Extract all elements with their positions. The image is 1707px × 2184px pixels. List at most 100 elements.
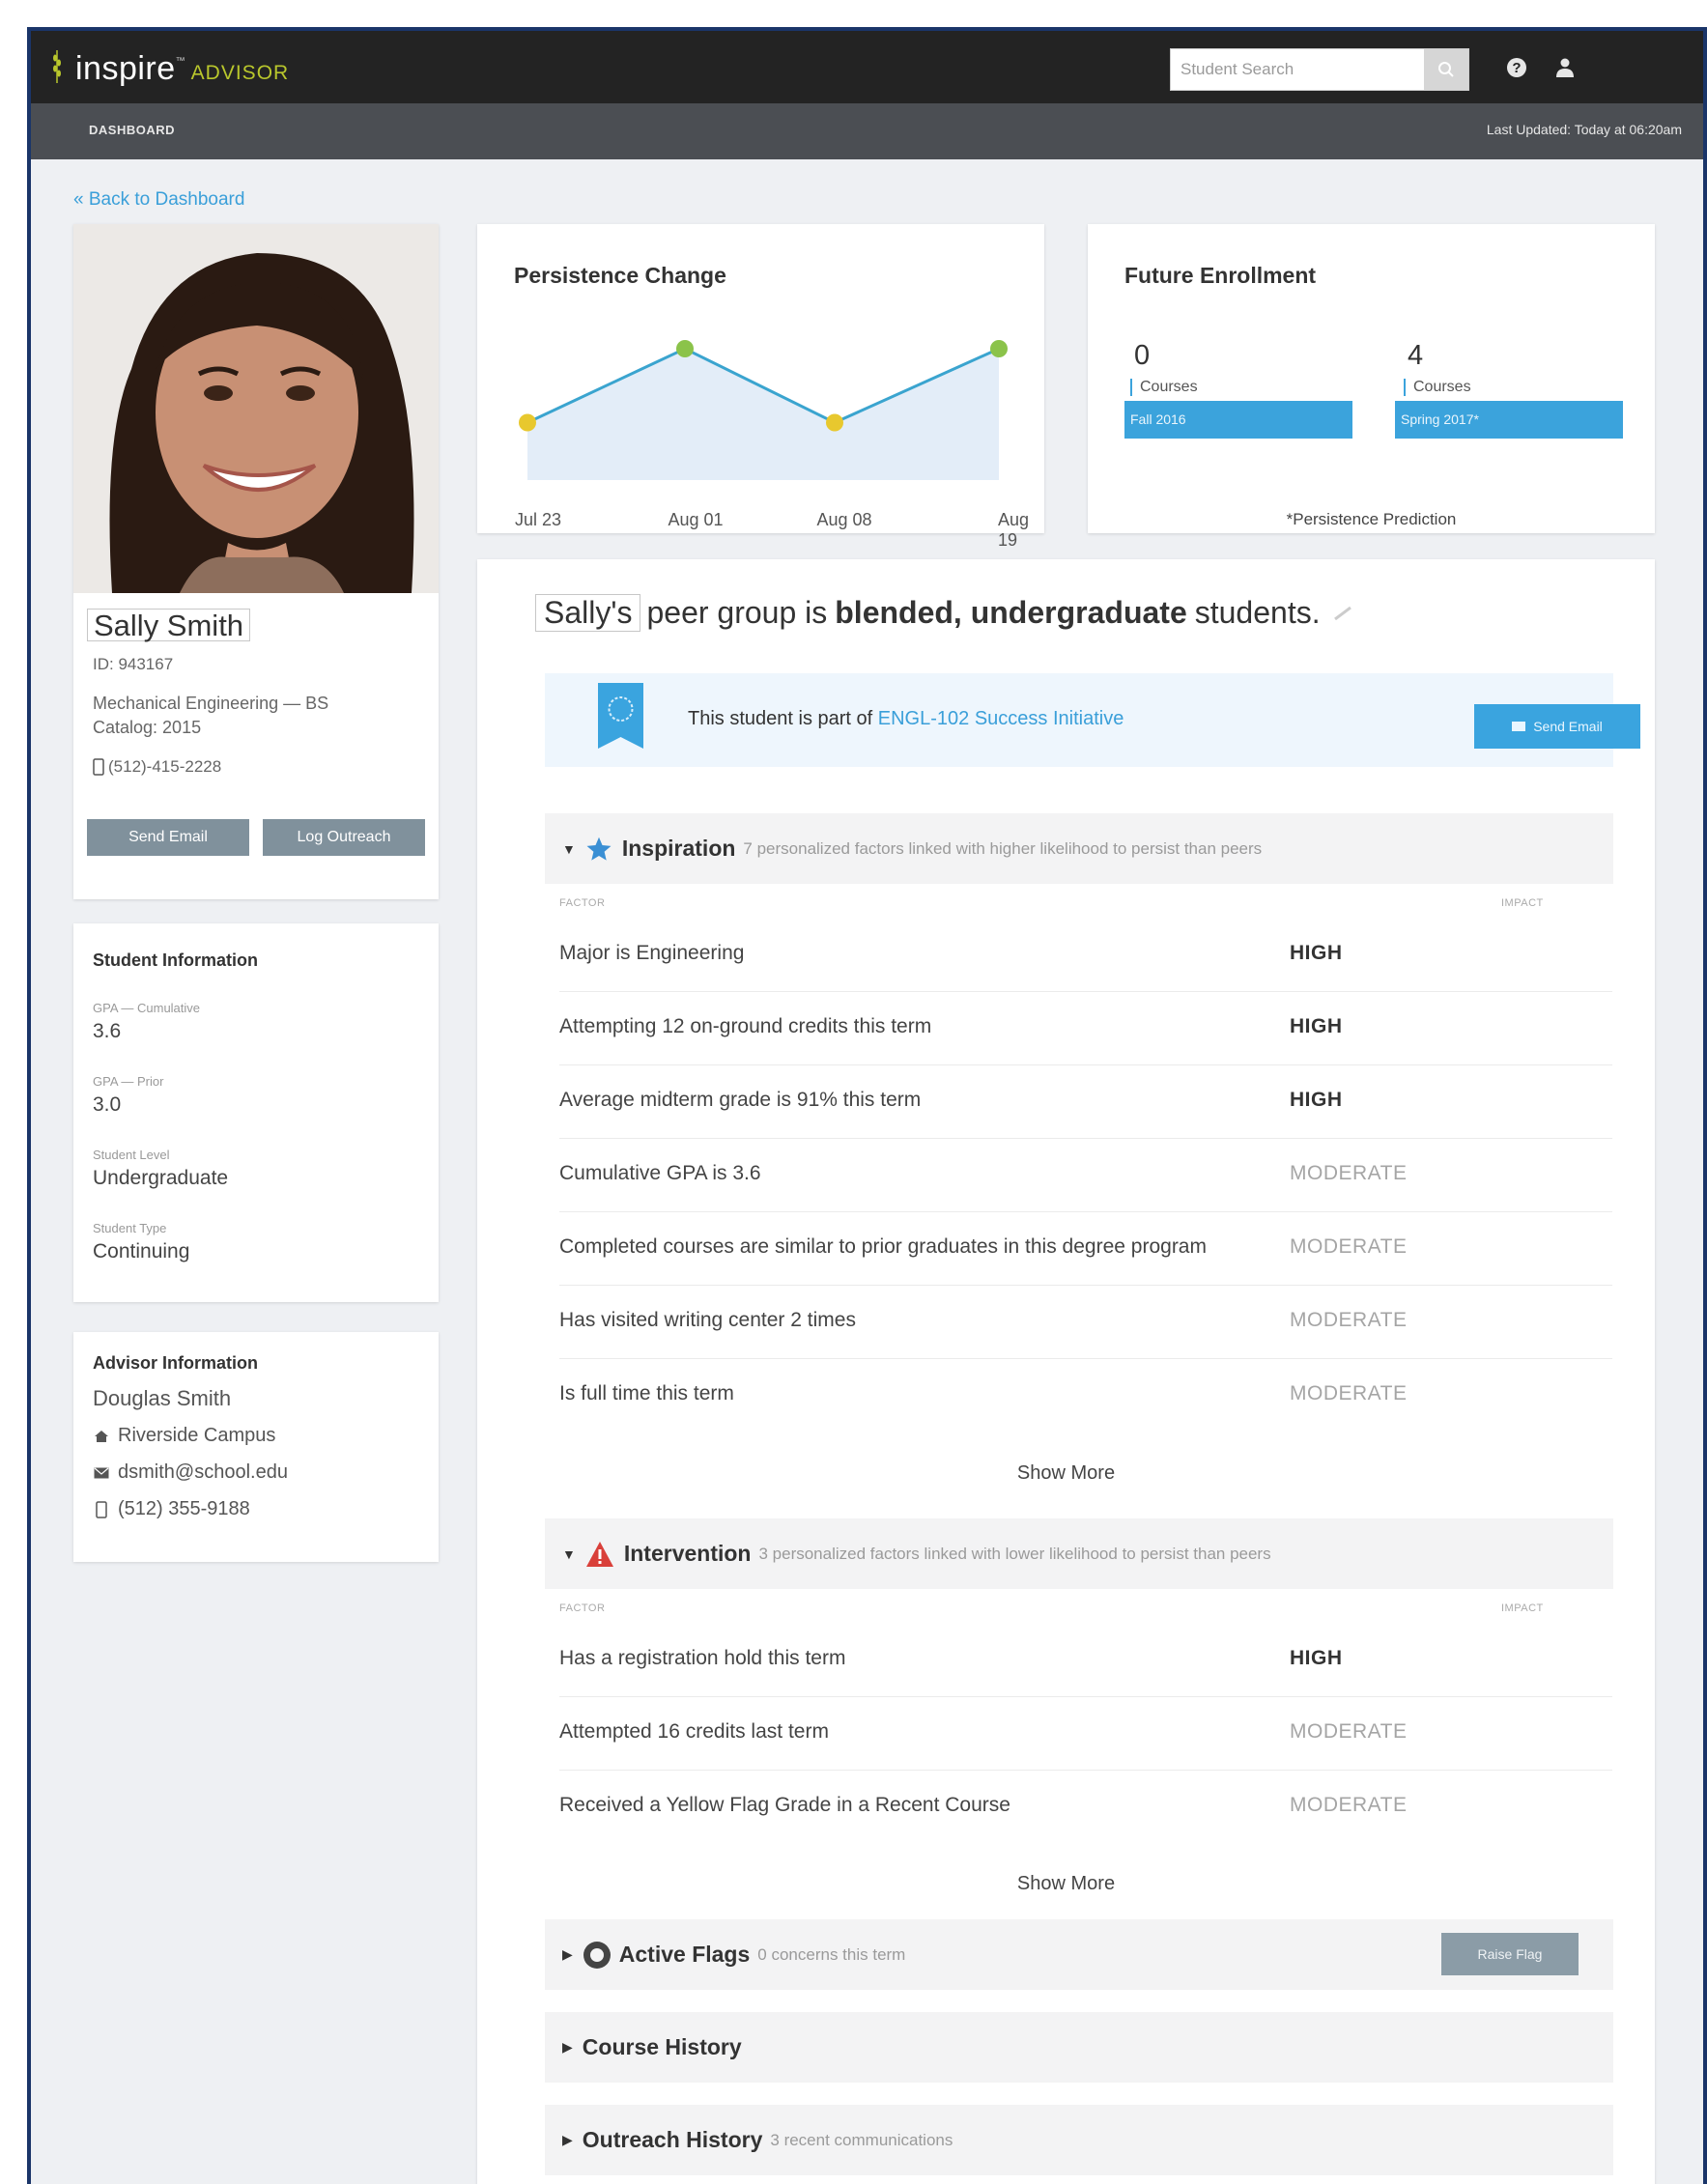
help-icon: ? xyxy=(1507,58,1526,77)
future-enrollment-title: Future Enrollment xyxy=(1124,263,1317,288)
active-flags-subtitle: 0 concerns this term xyxy=(757,1944,906,1964)
spring-term-bar: Spring 2017* xyxy=(1395,401,1623,439)
student-type-value: Continuing xyxy=(93,1240,190,1262)
back-to-dashboard-link[interactable]: « Back to Dashboard xyxy=(73,189,244,211)
x-tick-label: Aug 01 xyxy=(668,510,724,529)
advisor-information-card: Advisor Information Douglas Smith Rivers… xyxy=(73,1332,439,1562)
student-information-title: Student Information xyxy=(93,950,258,970)
impact-level: MODERATE xyxy=(1290,1309,1408,1331)
factor-text: Received a Yellow Flag Grade in a Recent… xyxy=(559,1794,1010,1816)
advisor-email[interactable]: dsmith@school.edu xyxy=(118,1461,288,1484)
help-button[interactable]: ? xyxy=(1501,52,1532,83)
user-menu-button[interactable] xyxy=(1550,52,1580,83)
data-point[interactable] xyxy=(676,340,694,357)
phone-icon xyxy=(93,1500,110,1518)
fall-courses-label: Courses xyxy=(1130,379,1198,396)
peer-post-text: students. xyxy=(1194,595,1321,630)
last-updated: Last Updated: Today at 06:20am xyxy=(1486,122,1682,137)
advisor-name: Douglas Smith xyxy=(93,1386,231,1411)
intervention-section-header[interactable]: ▼ Intervention 3 personalized factors li… xyxy=(545,1518,1613,1589)
app-logo[interactable]: inspire ™ ADVISOR xyxy=(52,46,289,88)
impact-level: MODERATE xyxy=(1290,1720,1408,1743)
logo-text: inspire xyxy=(75,50,176,87)
data-point[interactable] xyxy=(826,413,843,432)
factor-text: Completed courses are similar to prior g… xyxy=(559,1235,1207,1258)
flag-circle-icon xyxy=(583,1941,611,1969)
spring-courses-label: Courses xyxy=(1404,379,1471,396)
factor-row: Major is Engineering HIGH xyxy=(559,919,1612,992)
factor-row: Average midterm grade is 91% this term H… xyxy=(559,1065,1612,1139)
svg-text:?: ? xyxy=(1512,60,1521,76)
peer-group-type: blended, undergraduate xyxy=(835,595,1187,630)
impact-column-header: IMPACT xyxy=(1501,897,1544,909)
factor-text: Major is Engineering xyxy=(559,942,745,964)
student-portrait-image xyxy=(73,224,439,593)
active-flags-section-header[interactable]: ▶ Active Flags 0 concerns this term Rais… xyxy=(545,1919,1613,1990)
search-button[interactable] xyxy=(1424,49,1468,90)
factor-row: Attempted 16 credits last term MODERATE xyxy=(559,1697,1612,1771)
advisor-phone-row: (512) 355-9188 xyxy=(93,1498,250,1520)
student-level-label: Student Level xyxy=(93,1148,170,1162)
inspiration-show-more[interactable]: Show More xyxy=(477,1462,1655,1485)
send-email-button[interactable]: Send Email xyxy=(87,819,249,856)
initiative-link[interactable]: ENGL-102 Success Initiative xyxy=(878,708,1124,729)
wheat-logo-icon xyxy=(53,50,61,83)
factor-column-header: FACTOR xyxy=(559,897,606,909)
data-point[interactable] xyxy=(519,413,536,432)
caret-right-icon: ▶ xyxy=(562,2132,573,2147)
peer-group-heading: Sally's peer group is blended, undergrad… xyxy=(535,594,1351,632)
caret-right-icon: ▶ xyxy=(562,1946,573,1962)
breadcrumb-dashboard[interactable]: DASHBOARD xyxy=(89,123,175,137)
student-search xyxy=(1170,48,1469,91)
student-photo xyxy=(73,224,439,593)
student-search-input[interactable] xyxy=(1171,49,1424,90)
envelope-icon xyxy=(93,1464,110,1482)
spring-course-count: 4 xyxy=(1408,340,1424,371)
caret-down-icon: ▼ xyxy=(562,840,576,857)
persistence-chart xyxy=(519,340,1008,480)
inspiration-section-header[interactable]: ▼ Inspiration 7 personalized factors lin… xyxy=(545,813,1613,884)
course-history-title: Course History xyxy=(582,2034,742,2059)
factor-text: Cumulative GPA is 3.6 xyxy=(559,1162,761,1184)
student-id: ID: 943167 xyxy=(93,655,174,673)
outreach-history-subtitle: 3 recent communications xyxy=(770,2130,953,2149)
initiative-text: This student is part of ENGL-102 Success… xyxy=(688,708,1124,730)
student-information-card: Student Information GPA — Cumulative 3.6… xyxy=(73,923,439,1302)
factor-text: Attempted 16 credits last term xyxy=(559,1720,829,1743)
intervention-subtitle: 3 personalized factors linked with lower… xyxy=(758,1544,1271,1563)
x-tick-label: Jul 23 xyxy=(514,510,562,529)
factor-row: Has visited writing center 2 times MODER… xyxy=(559,1286,1612,1359)
factor-row: Attempting 12 on-ground credits this ter… xyxy=(559,992,1612,1065)
factor-text: Attempting 12 on-ground credits this ter… xyxy=(559,1015,932,1037)
factor-text: Average midterm grade is 91% this term xyxy=(559,1089,922,1111)
student-phone: (512)-415-2228 xyxy=(108,757,222,776)
initiative-send-email-button[interactable]: Send Email xyxy=(1474,704,1640,749)
advisor-name-text: Douglas Smith xyxy=(93,1386,232,1410)
course-history-section-header[interactable]: ▶ Course History xyxy=(545,2012,1613,2083)
factor-text: Is full time this term xyxy=(559,1382,734,1404)
advisor-email-row: dsmith@school.edu xyxy=(93,1461,288,1484)
peer-pre-text: peer group is xyxy=(646,595,828,630)
log-outreach-button[interactable]: Log Outreach xyxy=(263,819,425,856)
initiative-prefix: This student is part of xyxy=(688,708,878,729)
x-tick-label: Aug 08 xyxy=(816,510,872,529)
gpa-cumulative-value: 3.6 xyxy=(93,1020,122,1042)
future-enrollment-card: Future Enrollment 0 Courses Fall 2016 4 … xyxy=(1088,224,1655,533)
intervention-title: Intervention xyxy=(623,1541,752,1566)
outreach-history-section-header[interactable]: ▶ Outreach History 3 recent communicatio… xyxy=(545,2105,1613,2175)
peer-factors-card: Sally's peer group is blended, undergrad… xyxy=(477,559,1655,2184)
series-area xyxy=(527,349,999,480)
envelope-icon xyxy=(1512,722,1526,731)
info-icon[interactable] xyxy=(1333,606,1351,620)
intervention-show-more[interactable]: Show More xyxy=(477,1873,1655,1895)
inspiration-title: Inspiration xyxy=(621,836,736,861)
gpa-prior-label: GPA — Prior xyxy=(93,1074,164,1089)
impact-level: MODERATE xyxy=(1290,1162,1408,1184)
data-point[interactable] xyxy=(990,340,1008,357)
raise-flag-button[interactable]: Raise Flag xyxy=(1441,1933,1579,1975)
student-catalog: Catalog: 2015 xyxy=(93,718,202,737)
caret-down-icon: ▼ xyxy=(562,1546,576,1562)
top-bar: inspire ™ ADVISOR ? xyxy=(31,31,1703,103)
factor-row: Received a Yellow Flag Grade in a Recent… xyxy=(559,1771,1612,1844)
home-icon xyxy=(93,1428,110,1445)
